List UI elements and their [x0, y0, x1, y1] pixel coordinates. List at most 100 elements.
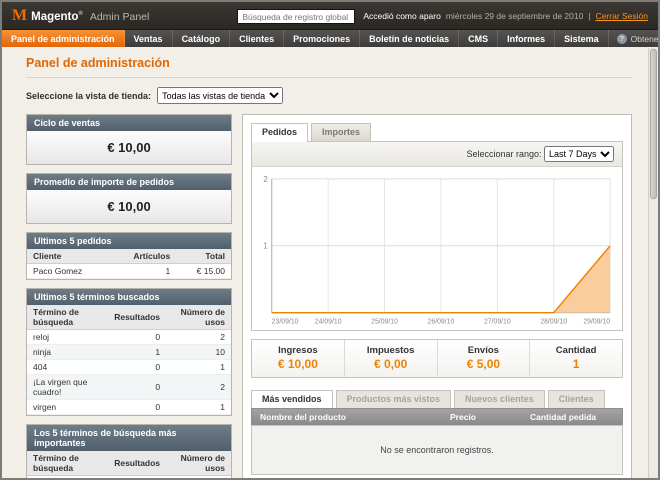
nav-item-informes[interactable]: Informes: [498, 30, 555, 47]
total-label: Impuestos: [345, 345, 437, 356]
nav-item-catalogo[interactable]: Catálogo: [173, 30, 231, 47]
card-title: Ultimos 5 términos buscados: [27, 289, 231, 305]
nav-item-promociones[interactable]: Promociones: [284, 30, 360, 47]
total-value: € 0,00: [345, 357, 437, 371]
total-cantidad: Cantidad 1: [529, 340, 622, 377]
table-cell: ninja: [27, 345, 108, 360]
table-row: Paco Gomez1€ 15.00: [27, 264, 231, 279]
svg-text:27/09/10: 27/09/10: [484, 319, 511, 326]
nav-item-dashboard[interactable]: Panel de administración: [2, 30, 125, 47]
help-icon: ?: [617, 34, 627, 44]
tab-clientes[interactable]: Clientes: [548, 390, 605, 408]
total-envios: Envíos € 5,00: [437, 340, 530, 377]
chart-wrap: 1223/09/1024/09/1025/09/1026/09/1027/09/…: [252, 167, 622, 330]
svg-text:2: 2: [263, 175, 267, 184]
nav-item-boletin[interactable]: Boletín de noticias: [360, 30, 459, 47]
table-cell: 1: [108, 345, 166, 360]
dashboard: Ciclo de ventas € 10,00 Promedio de impo…: [26, 114, 632, 480]
last-orders-card: Ultimos 5 pedidos Cliente Artículos Tota…: [26, 232, 232, 280]
column-header: Término de búsqueda: [27, 305, 108, 330]
table-cell: ¡La virgen que cuadro!: [27, 375, 108, 400]
nav-item-ventas[interactable]: Ventas: [125, 30, 173, 47]
average-orders-value: € 10,00: [27, 190, 231, 223]
table-cell: 10: [166, 345, 231, 360]
vertical-scrollbar[interactable]: [648, 48, 658, 478]
total-value: 1: [530, 357, 622, 371]
tab-mas-vendidos[interactable]: Más vendidos: [251, 390, 333, 408]
brand-suffix: Admin Panel: [90, 11, 150, 23]
table-row: ninja110: [27, 345, 231, 360]
range-select[interactable]: Last 7 Days: [544, 146, 614, 162]
svg-text:25/09/10: 25/09/10: [371, 319, 398, 326]
table-cell: 1: [108, 476, 166, 480]
table-cell: 0: [108, 330, 166, 345]
column-header-product: Nombre del producto: [252, 409, 442, 425]
total-label: Envíos: [438, 345, 530, 356]
brand-name: Magento®: [31, 11, 83, 23]
table-cell: virgen: [27, 400, 108, 415]
card-title: Ciclo de ventas: [27, 115, 231, 131]
lifetime-sales-card: Ciclo de ventas € 10,00: [26, 114, 232, 165]
magento-admin-window: M Magento® Admin Panel Accedió como apar…: [0, 0, 660, 480]
last-orders-table: Cliente Artículos Total Paco Gomez1€ 15.…: [27, 249, 231, 279]
table-row: reloj02: [27, 330, 231, 345]
card-title: Ultimos 5 pedidos: [27, 233, 231, 249]
session-info: Accedió como aparo miércoles 29 de septi…: [363, 11, 648, 21]
table-cell: 1: [166, 400, 231, 415]
total-value: € 5,00: [438, 357, 530, 371]
tab-nuevos-clientes[interactable]: Nuevos clientes: [454, 390, 545, 408]
column-header: Total: [176, 249, 231, 264]
svg-text:26/09/10: 26/09/10: [428, 319, 455, 326]
column-header: Término de búsqueda: [27, 451, 108, 476]
diagram-tabs: Pedidos Importes: [251, 123, 623, 141]
last-search-terms-table: Término de búsqueda Resultados Número de…: [27, 305, 231, 415]
tab-pedidos[interactable]: Pedidos: [251, 123, 308, 142]
table-cell: 0: [108, 360, 166, 375]
total-value: € 10,00: [252, 357, 344, 371]
store-view-select[interactable]: Todas las vistas de tienda: [157, 87, 283, 104]
tab-productos-mas-vistos[interactable]: Productos más vistos: [336, 390, 452, 408]
total-label: Cantidad: [530, 345, 622, 356]
registered-mark: ®: [78, 11, 82, 17]
range-label: Seleccionar rango:: [466, 149, 541, 159]
global-search-input[interactable]: [237, 9, 355, 24]
title-divider: [26, 77, 632, 78]
svg-text:29/09/10: 29/09/10: [583, 319, 610, 326]
nav-item-cms[interactable]: CMS: [459, 30, 498, 47]
nav-item-clientes[interactable]: Clientes: [230, 30, 284, 47]
nav-item-sistema[interactable]: Sistema: [555, 30, 609, 47]
tab-importes[interactable]: Importes: [311, 123, 371, 141]
table-cell: 404: [27, 360, 108, 375]
top-header-bar: M Magento® Admin Panel Accedió como apar…: [2, 2, 658, 29]
card-title: Promedio de importe de pedidos: [27, 174, 231, 190]
store-view-label: Seleccione la vista de tienda:: [26, 91, 151, 101]
magento-logo-icon: M: [12, 8, 27, 24]
column-header: Número de usos: [166, 451, 231, 476]
column-header: Artículos: [110, 249, 176, 264]
logout-link[interactable]: Cerrar Sesión: [596, 11, 648, 21]
table-cell: 1: [110, 264, 176, 279]
svg-text:23/09/10: 23/09/10: [272, 319, 299, 326]
top-search-terms-table: Término de búsqueda Resultados Número de…: [27, 451, 231, 480]
help-link[interactable]: ? Obtener ayuda para esta página: [609, 30, 660, 47]
empty-records-message: No se encontraron registros.: [380, 445, 494, 455]
top-search-terms-card: Los 5 términos de búsqueda más important…: [26, 424, 232, 480]
average-orders-card: Promedio de importe de pedidos € 10,00: [26, 173, 232, 224]
table-row: virgen01: [27, 400, 231, 415]
column-header: Cliente: [27, 249, 110, 264]
table-row: ¡La virgen que cuadro!02: [27, 375, 231, 400]
table-cell: € 15.00: [176, 264, 231, 279]
main-navigation-bar: Panel de administración Ventas Catálogo …: [2, 29, 658, 47]
page-title: Panel de administración: [26, 56, 632, 70]
table-cell: 0: [108, 400, 166, 415]
help-label: Obtener ayuda para esta página: [631, 34, 660, 44]
table-cell: 2: [166, 330, 231, 345]
total-impuestos: Impuestos € 0,00: [344, 340, 437, 377]
table-cell: 1: [166, 360, 231, 375]
scrollbar-thumb[interactable]: [650, 49, 657, 199]
nav-list: Panel de administración Ventas Catálogo …: [2, 30, 609, 47]
store-view-switcher: Seleccione la vista de tienda: Todas las…: [26, 87, 632, 104]
products-grid-body: No se encontraron registros.: [251, 425, 623, 475]
products-grid-header: Nombre del producto Precio Cantidad pedi…: [251, 408, 623, 425]
table-cell: reloj: [27, 330, 108, 345]
